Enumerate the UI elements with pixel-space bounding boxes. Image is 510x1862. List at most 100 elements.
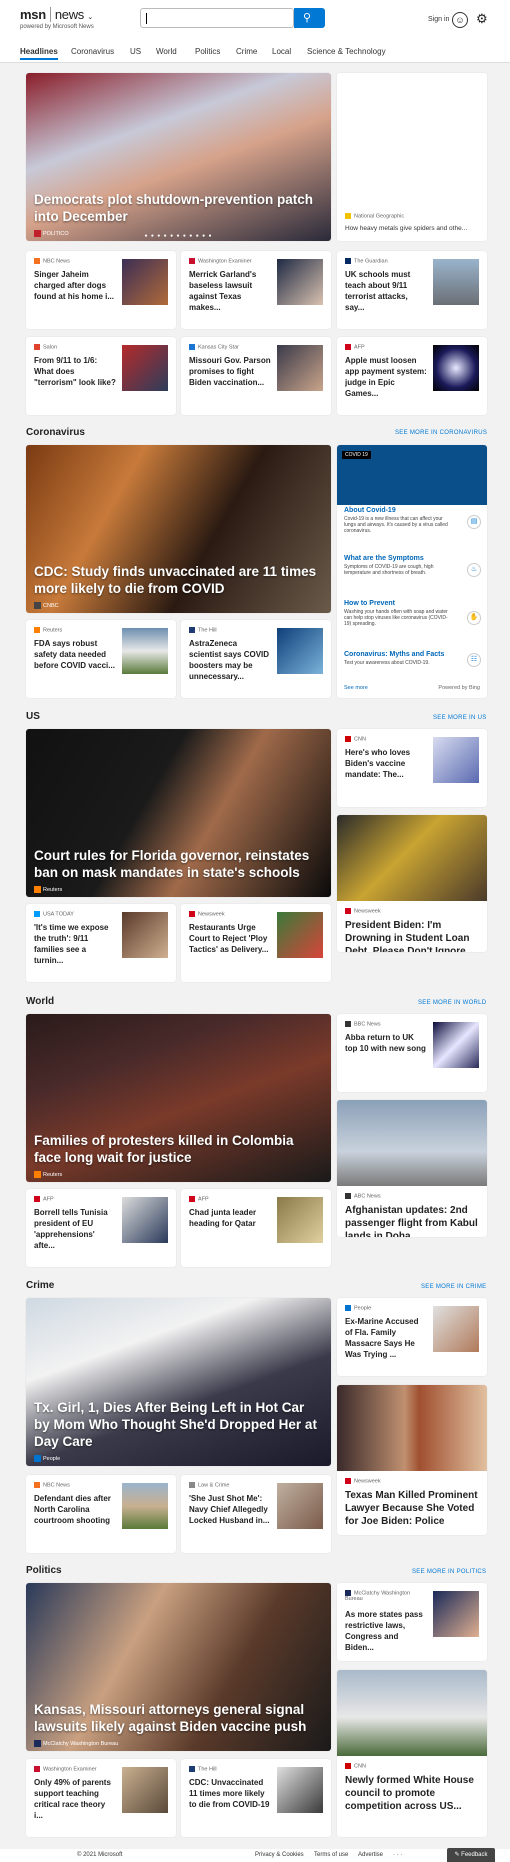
hero-card[interactable]: Democrats plot shutdown-prevention patch… bbox=[26, 73, 331, 241]
search-input[interactable] bbox=[140, 8, 294, 28]
tall-card[interactable]: Newsweek President Biden: I'm Drowning i… bbox=[337, 815, 487, 952]
news-card[interactable]: Newsweek Restaurants Urge Court to Reject… bbox=[181, 904, 331, 982]
news-card[interactable]: Kansas City Star Missouri Gov. Parson pro… bbox=[181, 337, 331, 415]
side-image bbox=[337, 73, 487, 203]
see-more-politics-link[interactable]: SEE MORE IN POLITICS bbox=[412, 1569, 486, 1575]
tall-card[interactable]: Newsweek Texas Man Killed Prominent Lawy… bbox=[337, 1385, 487, 1535]
see-more-crime-link[interactable]: SEE MORE IN CRIME bbox=[421, 1284, 486, 1290]
card-source: BBC News bbox=[345, 1021, 381, 1027]
source-logo-icon bbox=[34, 1455, 41, 1462]
news-card[interactable]: AFP Chad junta leader heading for Qatar bbox=[181, 1189, 331, 1267]
hero-source: McClatchy Washington Bureau bbox=[34, 1740, 118, 1747]
see-more-coronavirus-link[interactable]: SEE MORE IN CORONAVIRUS bbox=[395, 430, 487, 436]
card-source: USA TODAY bbox=[34, 911, 74, 917]
tab-headlines[interactable]: Headlines bbox=[20, 47, 58, 60]
tab-world[interactable]: World bbox=[156, 47, 177, 56]
card-thumbnail bbox=[122, 912, 168, 958]
card-source: AFP bbox=[189, 1196, 209, 1202]
card-source: CNN bbox=[345, 1763, 366, 1769]
hero-source: Reuters bbox=[34, 886, 62, 893]
tall-card[interactable]: CNN Newly formed White House council to … bbox=[337, 1670, 487, 1837]
tab-coronavirus[interactable]: Coronavirus bbox=[71, 47, 114, 56]
privacy-link[interactable]: Privacy & Cookies bbox=[255, 1852, 304, 1858]
covid-item[interactable]: About Covid-19 Covid-19 is a new illness … bbox=[344, 507, 452, 534]
news-card[interactable]: The Hill CDC: Unvaccinated 11 times more … bbox=[181, 1759, 331, 1837]
section-title-coronavirus: Coronavirus bbox=[26, 427, 85, 438]
tab-science-technology[interactable]: Science & Technology bbox=[307, 47, 386, 56]
news-card[interactable]: CNN Here's who loves Biden's vaccine mand… bbox=[337, 729, 487, 807]
covid-info-panel: COVID 19 About Covid-19 Covid-19 is a new… bbox=[337, 445, 487, 698]
card-source: Newsweek bbox=[345, 908, 381, 914]
tab-crime[interactable]: Crime bbox=[236, 47, 257, 56]
card-source: The Guardian bbox=[345, 258, 388, 264]
card-source: McClatchy Washington Bureau bbox=[345, 1590, 411, 1603]
news-card[interactable]: BBC News Abba return to UK top 10 with ne… bbox=[337, 1014, 487, 1092]
card-title: Abba return to UK top 10 with new song bbox=[345, 1033, 426, 1053]
tab-us[interactable]: US bbox=[130, 47, 141, 56]
card-title: Only 49% of parents support teaching cri… bbox=[34, 1778, 111, 1820]
covid-item[interactable]: What are the Symptoms Symptoms of COVID-1… bbox=[344, 555, 452, 576]
card-source: AFP bbox=[34, 1196, 54, 1202]
card-title: Here's who loves Biden's vaccine mandate… bbox=[345, 748, 411, 779]
news-card[interactable]: McClatchy Washington Bureau As more state… bbox=[337, 1583, 487, 1661]
text-caret bbox=[146, 13, 147, 24]
terms-link[interactable]: Terms of use bbox=[314, 1852, 348, 1858]
tab-politics[interactable]: Politics bbox=[195, 47, 220, 56]
gear-icon[interactable]: ⚙ bbox=[476, 11, 488, 27]
side-card[interactable]: National Geographic How heavy metals giv… bbox=[337, 73, 487, 241]
news-card[interactable]: The Hill AstraZeneca scientist says COVID… bbox=[181, 620, 331, 698]
card-thumbnail bbox=[277, 259, 323, 305]
news-card[interactable]: Reuters FDA says robust safety data neede… bbox=[26, 620, 176, 698]
advertise-link[interactable]: Advertise bbox=[358, 1852, 383, 1858]
hero-title: Families of protesters killed in Colombi… bbox=[34, 1133, 294, 1165]
chevron-down-icon[interactable]: ⌄ bbox=[87, 14, 93, 21]
news-card[interactable]: Washington Examiner Merrick Garland's bas… bbox=[181, 251, 331, 329]
hero-card[interactable]: Families of protesters killed in Colombi… bbox=[26, 1014, 331, 1182]
card-title: As more states pass restrictive laws, Co… bbox=[345, 1610, 423, 1652]
hero-card[interactable]: Tx. Girl, 1, Dies After Being Left in Ho… bbox=[26, 1298, 331, 1466]
see-more-us-link[interactable]: SEE MORE IN US bbox=[433, 715, 487, 721]
see-more-world-link[interactable]: SEE MORE IN WORLD bbox=[418, 1000, 486, 1006]
card-thumbnail bbox=[122, 1767, 168, 1813]
news-card[interactable]: NBC News Singer Jaheim charged after dogs… bbox=[26, 251, 176, 329]
news-card[interactable]: AFP Borrell tells Tunisia president of EU… bbox=[26, 1189, 176, 1267]
card-source: Newsweek bbox=[345, 1478, 381, 1484]
card-source: AFP bbox=[345, 344, 365, 350]
hero-card[interactable]: Kansas, Missouri attorneys general signa… bbox=[26, 1583, 331, 1751]
news-card[interactable]: NBC News Defendant dies after North Carol… bbox=[26, 1475, 176, 1553]
carousel-dots[interactable]: ● ● ● ● ● ● ● ● ● ● ● bbox=[26, 233, 331, 239]
card-title: Restaurants Urge Court to Reject 'Ploy T… bbox=[189, 923, 269, 954]
news-card[interactable]: Washington Examiner Only 49% of parents s… bbox=[26, 1759, 176, 1837]
hero-card[interactable]: CDC: Study finds unvaccinated are 11 tim… bbox=[26, 445, 331, 613]
more-links-icon[interactable]: · · · bbox=[393, 1852, 402, 1858]
news-card[interactable]: People Ex-Marine Accused of Fla. Family M… bbox=[337, 1298, 487, 1376]
news-card[interactable]: USA TODAY 'It's time we expose the truth'… bbox=[26, 904, 176, 982]
news-card[interactable]: The Guardian UK schools must teach about … bbox=[337, 251, 487, 329]
news-card[interactable]: Law & Crime 'She Just Shot Me': Navy Chie… bbox=[181, 1475, 331, 1553]
card-thumbnail bbox=[122, 628, 168, 674]
tall-card[interactable]: ABC News Afghanistan updates: 2nd passen… bbox=[337, 1100, 487, 1237]
covid-see-more-link[interactable]: See more bbox=[344, 685, 368, 691]
search-button[interactable]: ⚲ bbox=[294, 8, 325, 28]
card-title: FDA says robust safety data needed befor… bbox=[34, 639, 115, 670]
feedback-button[interactable]: ✎ Feedback bbox=[447, 1848, 495, 1862]
sign-in-link[interactable]: Sign in bbox=[428, 16, 449, 23]
card-source: NBC News bbox=[34, 1482, 70, 1488]
covid-item[interactable]: Coronavirus: Myths and Facts Test your aw… bbox=[344, 651, 452, 666]
profile-icon[interactable]: ☺ bbox=[452, 12, 468, 28]
covid-item[interactable]: How to Prevent Washing your hands often w… bbox=[344, 600, 452, 627]
card-title: Ex-Marine Accused of Fla. Family Massacr… bbox=[345, 1317, 419, 1359]
tab-local[interactable]: Local bbox=[272, 47, 291, 56]
section-title-us: US bbox=[26, 711, 40, 722]
card-source: People bbox=[345, 1305, 371, 1311]
card-title: Texas Man Killed Prominent Lawyer Becaus… bbox=[345, 1490, 478, 1527]
msn-logo[interactable]: msn news ⌄ bbox=[20, 7, 93, 22]
tall-image bbox=[337, 815, 487, 901]
news-card[interactable]: AFP Apple must loosen app payment system:… bbox=[337, 337, 487, 415]
news-card[interactable]: Salon From 9/11 to 1/6: What does "terror… bbox=[26, 337, 176, 415]
hero-card[interactable]: Court rules for Florida governor, reinst… bbox=[26, 729, 331, 897]
section-title-crime: Crime bbox=[26, 1280, 55, 1291]
category-nav: Headlines Coronavirus US World Politics … bbox=[0, 43, 510, 63]
quiz-icon: ☷ bbox=[467, 653, 481, 667]
card-title: CDC: Unvaccinated 11 times more likely t… bbox=[189, 1778, 270, 1809]
